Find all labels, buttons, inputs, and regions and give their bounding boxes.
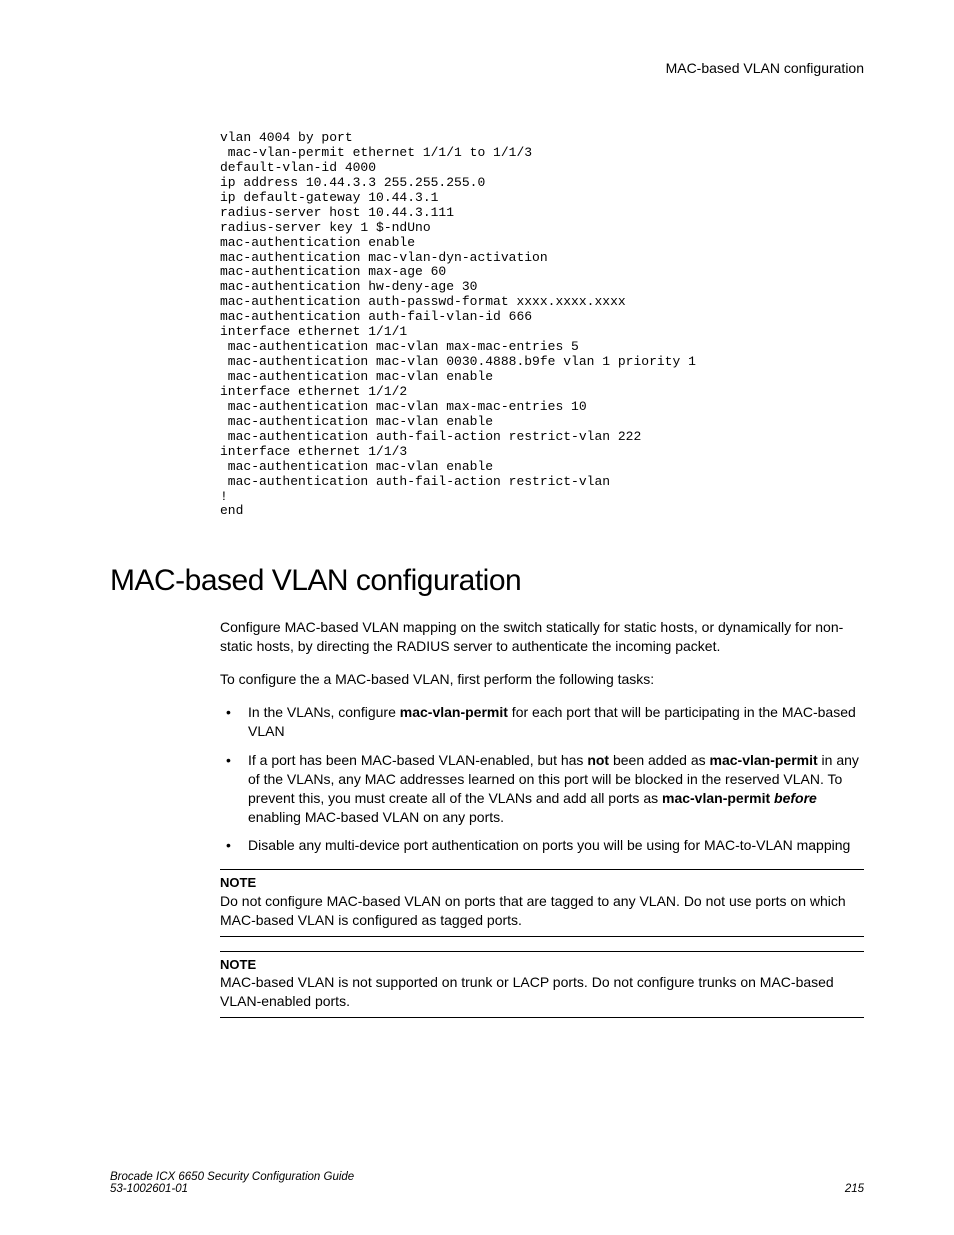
footer-left: Brocade ICX 6650 Security Configuration … [110,1171,354,1195]
bold-term: mac-vlan-permit [662,790,770,806]
note-block: NOTE Do not configure MAC-based VLAN on … [220,869,864,936]
bold-italic-term: before [774,790,817,806]
note-label: NOTE [220,874,864,892]
list-item: In the VLANs, configure mac-vlan-permit … [220,703,864,741]
page-number: 215 [845,1183,864,1195]
running-header: MAC-based VLAN configuration [110,60,864,76]
bold-term: not [587,752,609,768]
list-item: Disable any multi-device port authentica… [220,836,864,855]
bold-term: mac-vlan-permit [400,704,508,720]
page-footer: Brocade ICX 6650 Security Configuration … [110,1171,864,1195]
note-block: NOTE MAC-based VLAN is not supported on … [220,951,864,1018]
page: MAC-based VLAN configuration vlan 4004 b… [0,0,954,1235]
text: If a port has been MAC-based VLAN-enable… [248,752,587,768]
body-content: Configure MAC-based VLAN mapping on the … [220,618,864,1018]
list-item: If a port has been MAC-based VLAN-enable… [220,751,864,827]
footer-docnum: 53-1002601-01 [110,1183,354,1195]
footer-title: Brocade ICX 6650 Security Configuration … [110,1171,354,1183]
note-text: MAC-based VLAN is not supported on trunk… [220,973,864,1011]
bold-term: mac-vlan-permit [710,752,818,768]
note-text: Do not configure MAC-based VLAN on ports… [220,892,864,930]
task-list: In the VLANs, configure mac-vlan-permit … [220,703,864,855]
intro-paragraph-2: To configure the a MAC-based VLAN, first… [220,670,864,689]
text: been added as [609,752,709,768]
text: enabling MAC-based VLAN on any ports. [248,809,504,825]
intro-paragraph-1: Configure MAC-based VLAN mapping on the … [220,618,864,656]
section-heading: MAC-based VLAN configuration [110,564,864,598]
note-label: NOTE [220,956,864,974]
text: In the VLANs, configure [248,704,400,720]
config-code-block: vlan 4004 by port mac-vlan-permit ethern… [220,131,864,519]
text: Disable any multi-device port authentica… [248,837,850,853]
